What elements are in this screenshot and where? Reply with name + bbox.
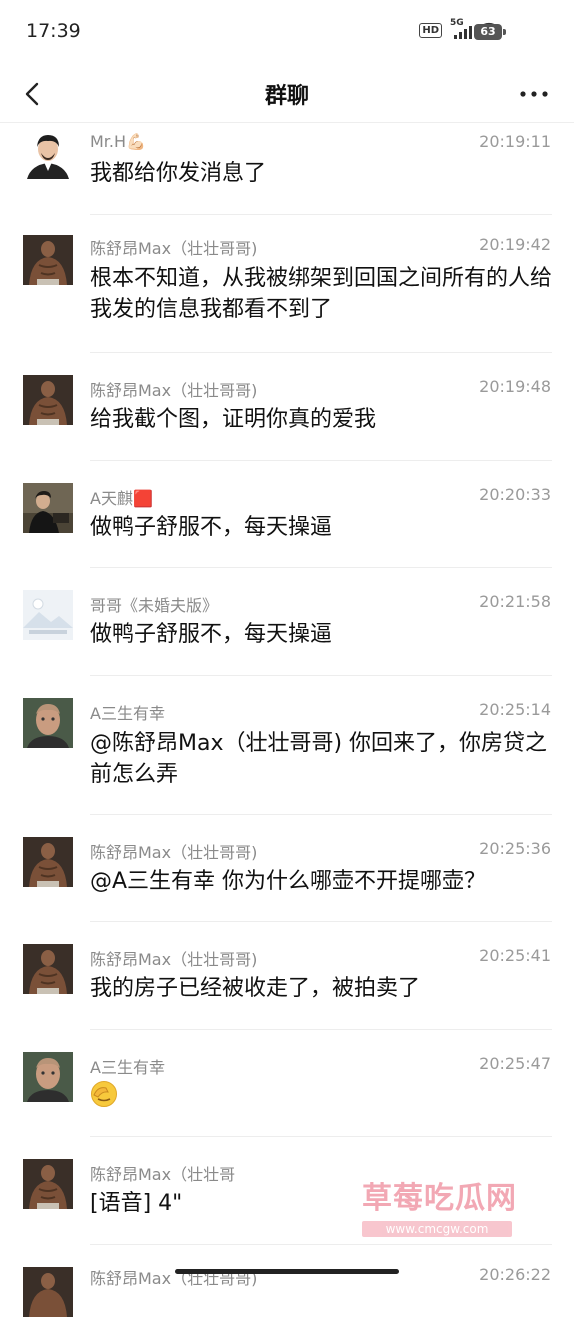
avatar[interactable] xyxy=(23,129,73,179)
status-bar: 17:39 HD 5G 63 xyxy=(0,0,574,66)
sender-name: 哥哥《未婚夫版》 xyxy=(90,596,219,615)
message-time: 20:25:36 xyxy=(479,839,551,858)
message-item[interactable]: 陈舒昂Max（壮壮哥哥) 20:26:22 xyxy=(0,1245,574,1317)
page-title: 群聊 xyxy=(264,84,309,109)
watermark: 草莓吃瓜网 www.cmcgw.com xyxy=(362,1173,542,1237)
message-text xyxy=(90,1080,554,1117)
avatar[interactable] xyxy=(23,1159,73,1209)
message-text: @A三生有幸 你为什么哪壶不开提哪壶？ xyxy=(90,869,487,894)
message-item[interactable]: A天麒🟥 20:20:33 做鸭子舒服不，每天操逼 xyxy=(0,461,574,568)
sender-name: 陈舒昂Max（壮壮哥哥) xyxy=(90,843,258,862)
message-item[interactable]: Mr.H💪🏻 20:19:11 我都给你发消息了 xyxy=(0,123,574,215)
sender-name: 陈舒昂Max（壮壮哥 xyxy=(90,1165,236,1184)
message-text: 我都给你发消息了 xyxy=(90,161,267,186)
message-item[interactable]: A三生有幸 20:25:47 xyxy=(0,1030,574,1137)
message-time: 20:25:47 xyxy=(479,1054,551,1073)
message-list[interactable]: Mr.H💪🏻 20:19:11 我都给你发消息了 陈舒昂Max（壮壮哥哥) 20… xyxy=(0,123,574,1317)
home-indicator[interactable] xyxy=(175,1269,399,1274)
avatar[interactable] xyxy=(23,590,73,640)
sender-name: 陈舒昂Max（壮壮哥哥) xyxy=(90,239,258,258)
avatar[interactable] xyxy=(23,235,73,285)
avatar[interactable] xyxy=(23,1052,73,1102)
watermark-text: 草莓吃瓜网 xyxy=(362,1181,517,1216)
battery-indicator: 63 xyxy=(474,24,506,40)
watermark-url: www.cmcgw.com xyxy=(362,1221,512,1237)
message-text: 根本不知道，从我被绑架到回国之间所有的人给我发的信息我都看不到了 xyxy=(90,266,553,322)
avatar[interactable] xyxy=(23,483,73,533)
sender-name: 陈舒昂Max（壮壮哥哥) xyxy=(90,950,258,969)
sender-name: A三生有幸 xyxy=(90,1058,165,1077)
message-time: 20:26:22 xyxy=(479,1265,551,1284)
message-item[interactable]: 哥哥《未婚夫版》 20:21:58 做鸭子舒服不，每天操逼 xyxy=(0,568,574,676)
message-item[interactable]: A三生有幸 20:25:14 @陈舒昂Max（壮壮哥哥) 你回来了，你房贷之前怎… xyxy=(0,676,574,815)
message-time: 20:20:33 xyxy=(479,485,551,504)
hd-badge: HD xyxy=(419,23,442,38)
message-text: 我的房子已经被收走了，被拍卖了 xyxy=(90,976,421,1001)
message-time: 20:21:58 xyxy=(479,592,551,611)
avatar[interactable] xyxy=(23,837,73,887)
signal-icon: 5G xyxy=(450,18,472,39)
avatar[interactable] xyxy=(23,698,73,748)
message-text: @陈舒昂Max（壮壮哥哥) 你回来了，你房贷之前怎么弄 xyxy=(90,731,548,787)
facepalm-emoji-icon xyxy=(91,1081,117,1107)
message-time: 20:19:42 xyxy=(479,235,551,254)
avatar[interactable] xyxy=(23,944,73,994)
message-item[interactable]: 陈舒昂Max（壮壮哥哥) 20:25:36 @A三生有幸 你为什么哪壶不开提哪壶… xyxy=(0,815,574,922)
sender-name: A天麒🟥 xyxy=(90,489,153,508)
message-item[interactable]: 陈舒昂Max（壮壮哥哥) 20:25:41 我的房子已经被收走了，被拍卖了 xyxy=(0,922,574,1030)
sender-name: 陈舒昂Max（壮壮哥哥) xyxy=(90,381,258,400)
sender-name: A三生有幸 xyxy=(90,704,165,723)
message-text: 做鸭子舒服不，每天操逼 xyxy=(90,515,333,540)
more-dots-icon[interactable] xyxy=(518,80,550,108)
message-time: 20:19:11 xyxy=(479,132,551,151)
message-text: 给我截个图，证明你真的爱我 xyxy=(90,407,377,432)
message-time: 20:25:14 xyxy=(479,700,551,719)
sender-name: Mr.H💪🏻 xyxy=(90,132,146,151)
message-text: 做鸭子舒服不，每天操逼 xyxy=(90,622,333,647)
message-time: 20:25:41 xyxy=(479,946,551,965)
avatar[interactable] xyxy=(23,1267,73,1317)
avatar[interactable] xyxy=(23,375,73,425)
message-time: 20:19:48 xyxy=(479,377,551,396)
message-item[interactable]: 陈舒昂Max（壮壮哥哥) 20:19:48 给我截个图，证明你真的爱我 xyxy=(0,353,574,461)
nav-bar: 群聊 xyxy=(0,66,574,123)
status-time: 17:39 xyxy=(26,20,81,42)
message-item[interactable]: 陈舒昂Max（壮壮哥哥) 20:19:42 根本不知道，从我被绑架到回国之间所有… xyxy=(0,215,574,353)
